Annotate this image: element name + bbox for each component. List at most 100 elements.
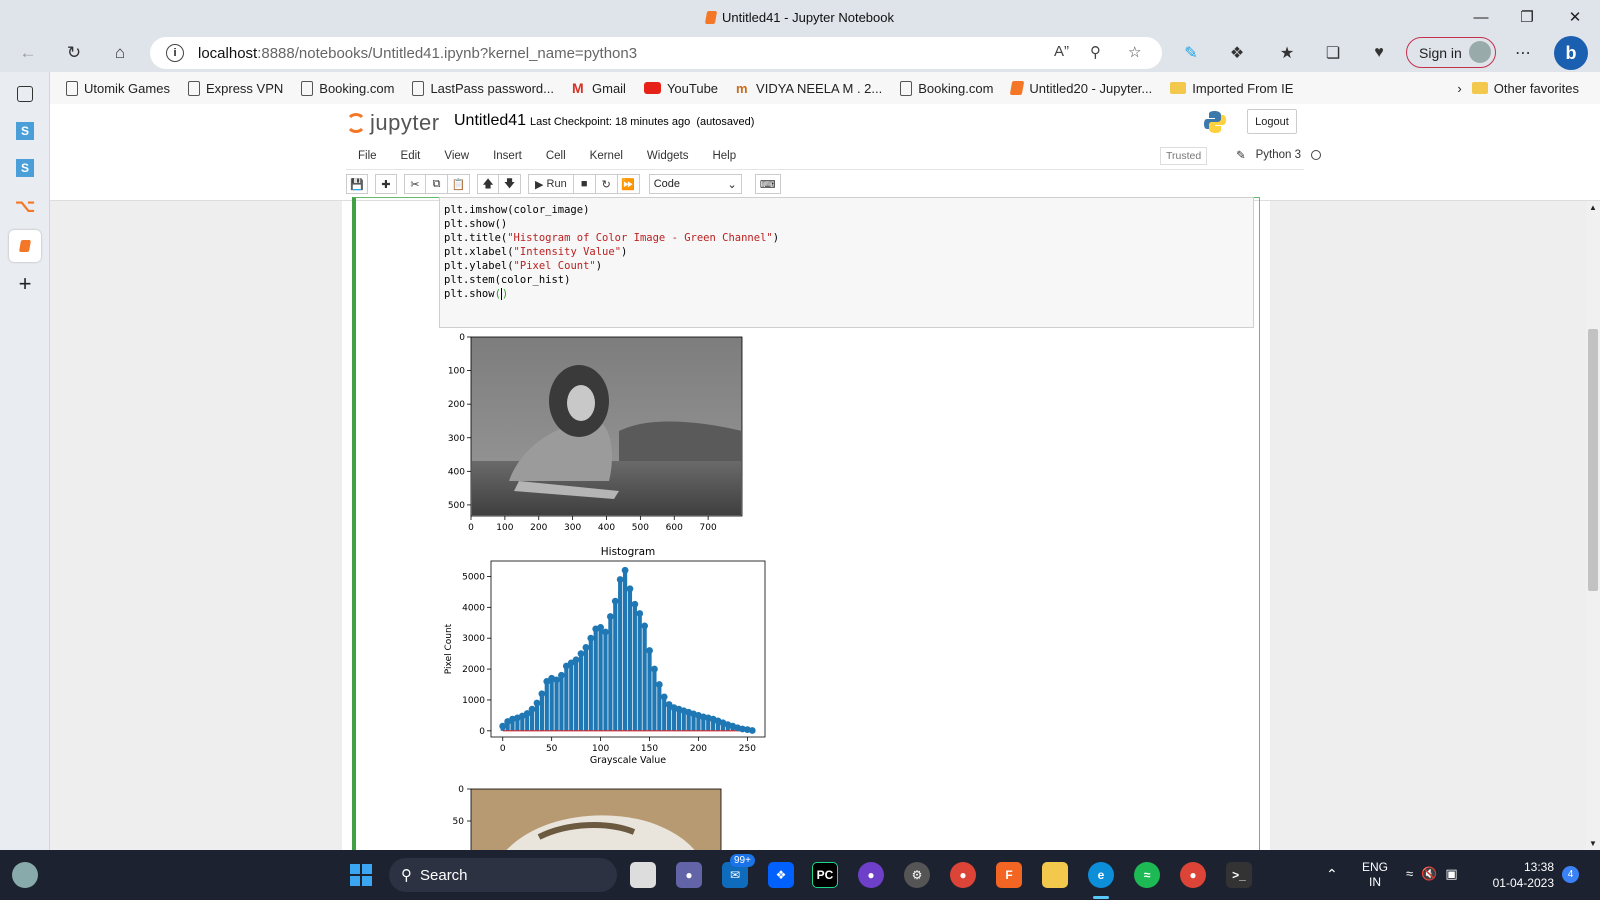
url-text[interactable]: localhost:8888/notebooks/Untitled41.ipyn… xyxy=(198,45,637,62)
logout-button[interactable]: Logout xyxy=(1247,109,1297,134)
page-scrollbar[interactable]: ▲ ▼ xyxy=(1586,201,1600,850)
weather-icon[interactable] xyxy=(12,862,38,888)
fast-forward-icon[interactable]: ⏩ xyxy=(617,174,640,194)
add-sidebar-icon[interactable]: + xyxy=(13,271,37,296)
collections-icon[interactable]: ❏ xyxy=(1322,42,1344,64)
menu-widgets[interactable]: Widgets xyxy=(635,150,701,162)
bing-chat-icon[interactable]: b xyxy=(1554,36,1588,70)
close-button[interactable]: ✕ xyxy=(1552,0,1598,34)
tick-label: 700 xyxy=(700,523,717,531)
menu-kernel[interactable]: Kernel xyxy=(578,150,635,162)
chrome-icon[interactable]: ● xyxy=(950,862,976,888)
insert-cell-icon[interactable]: ✚ xyxy=(375,174,397,194)
run-button[interactable]: ▶ Run xyxy=(528,174,574,194)
jupyter-logo[interactable]: jupyter xyxy=(346,110,440,136)
lion-face-shape xyxy=(567,385,595,421)
bookmark-gmail[interactable]: M Gmail xyxy=(572,80,626,96)
site-info-icon[interactable]: i xyxy=(166,44,184,62)
edge-icon[interactable]: e xyxy=(1088,862,1114,888)
bookmark-youtube[interactable]: YouTube xyxy=(643,81,718,96)
scrollbar-thumb[interactable] xyxy=(1588,329,1598,591)
code-input[interactable]: plt.imshow(color_image) plt.show() plt.t… xyxy=(439,197,1254,328)
save-icon[interactable]: 💾 xyxy=(346,174,368,194)
interrupt-icon[interactable]: ■ xyxy=(573,174,596,194)
sidebar-app-s-icon[interactable]: S xyxy=(16,122,34,140)
bookmark-vidya[interactable]: m VIDYA NEELA M . 2... xyxy=(736,81,882,96)
system-tray[interactable]: ≈ 🔇 ▣ xyxy=(1406,866,1458,882)
home-button[interactable]: ⌂ xyxy=(106,40,134,66)
jupyter-header: jupyter Untitled41 Last Checkpoint: 18 m… xyxy=(50,104,1600,201)
bookmark-utomik[interactable]: Utomik Games xyxy=(66,80,170,96)
edit-mode-icon: ✎ xyxy=(1236,150,1246,162)
keyboard-icon[interactable]: ⌨ xyxy=(754,174,781,194)
start-button[interactable] xyxy=(348,862,374,888)
refresh-button[interactable]: ↻ xyxy=(60,40,88,66)
sign-in-button[interactable]: Sign in xyxy=(1406,37,1496,68)
bookmark-expressvpn[interactable]: Express VPN xyxy=(187,80,283,96)
minimize-button[interactable]: — xyxy=(1458,0,1504,34)
bookmark-other-favorites[interactable]: Other favorites xyxy=(1471,81,1579,96)
stem-marker xyxy=(611,597,619,605)
language-indicator[interactable]: ENG IN xyxy=(1362,860,1388,890)
paste-icon[interactable]: 📋 xyxy=(448,174,470,194)
scroll-down-icon[interactable]: ▼ xyxy=(1589,839,1597,848)
bookmark-imported-ie[interactable]: Imported From IE xyxy=(1170,81,1293,96)
browser-sidebar: S S ⌥ + xyxy=(0,72,50,850)
github-icon[interactable]: ● xyxy=(858,862,884,888)
bookmark-booking[interactable]: Booking.com xyxy=(301,80,394,96)
restart-icon[interactable]: ↻ xyxy=(595,174,618,194)
extension-icon[interactable]: ✎ xyxy=(1180,42,1202,64)
favorites-icon[interactable]: ★ xyxy=(1276,42,1298,64)
file-explorer-icon[interactable] xyxy=(1042,862,1068,888)
scroll-up-icon[interactable]: ▲ xyxy=(1589,203,1597,212)
taskbar-search[interactable]: ⚲ Search xyxy=(389,858,617,892)
copy-icon[interactable]: ⧉ xyxy=(426,174,448,194)
menu-help[interactable]: Help xyxy=(700,150,748,162)
terminal-icon[interactable]: >_ xyxy=(1226,862,1252,888)
bookmark-untitled20[interactable]: Untitled20 - Jupyter... xyxy=(1010,81,1152,96)
restore-button[interactable]: ❐ xyxy=(1504,0,1550,34)
jupyter-sidebar-icon[interactable]: ⌥ xyxy=(13,194,37,218)
notebook-name[interactable]: Untitled41 xyxy=(454,112,526,130)
menu-edit[interactable]: Edit xyxy=(389,150,433,162)
tab-actions-icon[interactable] xyxy=(17,86,33,102)
read-aloud-icon[interactable]: A” xyxy=(1054,43,1069,60)
kernel-indicator[interactable]: ✎ Python 3 xyxy=(1236,148,1322,162)
menu-view[interactable]: View xyxy=(432,150,481,162)
browser-essentials-icon[interactable]: ♥ xyxy=(1368,42,1390,64)
zoom-icon[interactable]: ⚲ xyxy=(1090,43,1101,61)
extensions-icon[interactable]: ❖ xyxy=(1226,42,1248,64)
add-favorite-icon[interactable]: ☆ xyxy=(1128,43,1141,61)
menu-cell[interactable]: Cell xyxy=(534,150,578,162)
bookmark-lastpass[interactable]: LastPass password... xyxy=(412,80,554,96)
menu-insert[interactable]: Insert xyxy=(481,150,534,162)
more-menu-icon[interactable]: ⋯ xyxy=(1512,42,1534,64)
pycharm-icon[interactable]: PC xyxy=(812,862,838,888)
settings-gear-icon[interactable]: ⚙ xyxy=(904,862,930,888)
cut-icon[interactable]: ✂ xyxy=(404,174,426,194)
cell-type-select[interactable]: Code ⌄ xyxy=(648,174,742,194)
x-tick-label: 50 xyxy=(546,744,558,754)
teams-icon[interactable]: ● xyxy=(676,862,702,888)
chrome-profile-icon[interactable]: ● xyxy=(1180,862,1206,888)
clock[interactable]: 13:38 01-04-2023 xyxy=(1488,859,1554,891)
bookmark-booking-2[interactable]: Booking.com xyxy=(900,80,993,96)
dropbox-icon[interactable]: ❖ xyxy=(768,862,794,888)
spotify-icon[interactable]: ≈ xyxy=(1134,862,1160,888)
back-button[interactable]: ← xyxy=(14,40,42,66)
show-hidden-icons[interactable]: ⌃ xyxy=(1326,866,1338,883)
stem-marker xyxy=(748,727,756,734)
active-sidebar-tab-icon[interactable] xyxy=(9,230,41,262)
address-bar[interactable]: i localhost:8888/notebooks/Untitled41.ip… xyxy=(150,37,1162,69)
trusted-badge[interactable]: Trusted xyxy=(1160,147,1208,165)
image-y-ticks: 0 100 200 300 400 500 xyxy=(448,333,471,511)
move-down-icon[interactable]: 🡇 xyxy=(499,174,521,194)
move-up-icon[interactable]: 🡅 xyxy=(477,174,499,194)
sidebar-app-s2-icon[interactable]: S xyxy=(16,159,34,177)
notification-badge[interactable]: 4 xyxy=(1562,866,1579,883)
foxit-icon[interactable]: F xyxy=(996,862,1022,888)
task-view-icon[interactable] xyxy=(630,862,656,888)
bookmarks-overflow-icon[interactable]: › xyxy=(1457,81,1461,96)
menu-file[interactable]: File xyxy=(346,150,389,162)
histogram-chart: Histogram 0 1000 2000 3000 4000 5000 0 50 100 150 2… xyxy=(444,546,766,766)
